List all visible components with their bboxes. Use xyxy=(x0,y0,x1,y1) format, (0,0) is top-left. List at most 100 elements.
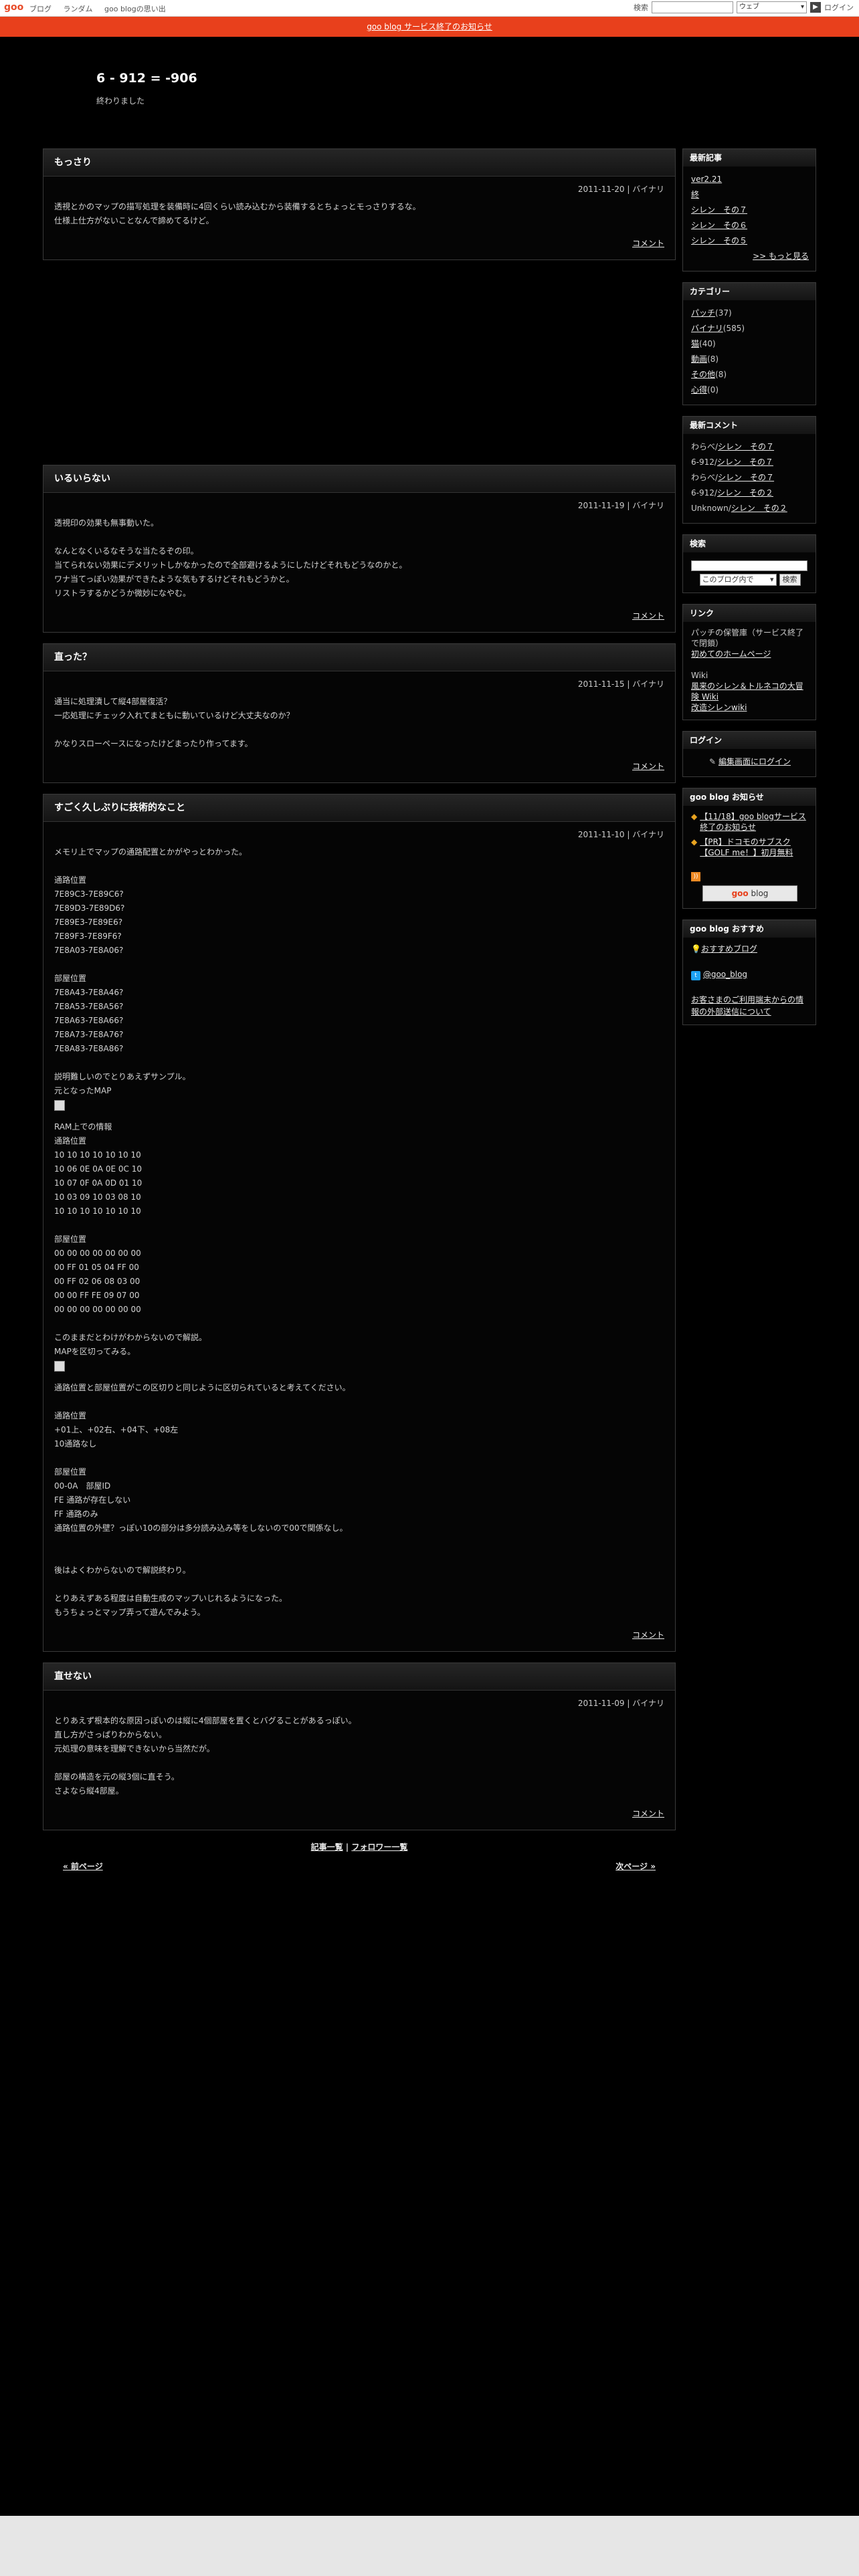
blog-search-input[interactable] xyxy=(691,560,807,571)
entry-meta: 2011-11-15 | バイナリ xyxy=(577,679,664,689)
news-link[interactable]: 【PR】ドコモのサブスク【GOLF me！】初月無料 xyxy=(700,837,809,858)
entry-meta: 2011-11-09 | バイナリ xyxy=(577,1699,664,1708)
category-link[interactable]: 猫 xyxy=(691,339,699,348)
box-title: 最新記事 xyxy=(683,149,816,167)
bullet-icon: ◆ xyxy=(691,837,698,847)
list-links: 記事一覧 | フォロワー一覧 xyxy=(310,1842,408,1852)
comment-link[interactable]: コメント xyxy=(632,762,664,771)
entry-body: メモリ上でマップの通路配置とかがやっとわかった。 通路位置 7E89C3-7E8… xyxy=(54,847,248,1095)
pager: « 前ページ 次ページ » xyxy=(43,1860,676,1887)
recent-article-link[interactable]: シレン その７ xyxy=(691,205,747,215)
category-link[interactable]: 心得 xyxy=(691,385,707,395)
service-notice-banner: goo blog サービス終了のお知らせ xyxy=(0,17,859,37)
top-bar: goo ブログ ランダム goo blogの思い出 検索 ウェブ ▶ ログイン xyxy=(0,0,859,17)
entry-title[interactable]: 直った？ xyxy=(43,644,675,671)
lightbulb-icon: 💡 xyxy=(691,944,701,954)
nav-blog[interactable]: ブログ xyxy=(29,5,52,13)
sidebar: 最新記事 ver2.21 終 シレン その７ シレン その６ シレン その５ >… xyxy=(682,148,816,1036)
comment-link[interactable]: コメント xyxy=(632,239,664,248)
comment-article-link[interactable]: シレン その２ xyxy=(717,488,773,498)
blog-title[interactable]: 6 - 912 = -906 xyxy=(96,71,197,86)
entry: すごく久しぶりに技術的なこと 2011-11-10 | バイナリ メモリ上でマッ… xyxy=(43,794,676,1652)
blog-search-button[interactable]: 検索 xyxy=(779,574,801,586)
top-search: 検索 ウェブ ▶ ログイン xyxy=(634,1,854,13)
recent-comments-box: 最新コメント わらべ/シレン その７ 6-912/シレン その７ わらべ/シレン… xyxy=(682,416,816,524)
comment-link[interactable]: コメント xyxy=(632,1809,664,1818)
entry: 直せない 2011-11-09 | バイナリ とりあえず根本的な原因っぽいのは縦… xyxy=(43,1662,676,1830)
recommend-box: goo blog おすすめ 💡おすすめブログ t @goo_blog お客さまの… xyxy=(682,920,816,1025)
more-link[interactable]: >> もっと見る xyxy=(753,251,809,261)
blog-description: 終わりました xyxy=(96,96,145,106)
entry-title[interactable]: もっさり xyxy=(43,149,675,177)
goo-blog-button[interactable]: goo blog xyxy=(702,885,797,901)
recent-article-link[interactable]: シレン その６ xyxy=(691,221,747,230)
category-box: カテゴリー パッチ(37) バイナリ(585) 猫(40) 動画(8) その他(… xyxy=(682,282,816,405)
recent-article-link[interactable]: 終 xyxy=(691,190,699,199)
category-link[interactable]: バイナリ xyxy=(691,324,723,333)
bullet-icon: ◆ xyxy=(691,812,698,821)
comment-article-link[interactable]: シレン その７ xyxy=(717,457,773,467)
goo-logo[interactable]: goo xyxy=(4,2,23,13)
entry-title[interactable]: 直せない xyxy=(43,1663,675,1691)
twitter-icon: t xyxy=(691,971,700,980)
recent-article-link[interactable]: シレン その５ xyxy=(691,236,747,245)
category-link[interactable]: その他 xyxy=(691,370,715,379)
entry: 直った？ 2011-11-15 | バイナリ 通当に処理漬して縦4部屋復活？ 一… xyxy=(43,643,676,783)
service-notice-link[interactable]: goo blog サービス終了のお知らせ xyxy=(367,22,492,31)
entry-meta: 2011-11-10 | バイナリ xyxy=(577,830,664,839)
links-box: リンク パッチの保管庫（サービス終了で閉鎖） 初めてのホームページ Wiki 風… xyxy=(682,604,816,720)
main-column: もっさり 2011-11-20 | バイナリ 透視とかのマップの描写処理を装備時… xyxy=(43,148,676,1887)
prev-page-link[interactable]: « 前ページ xyxy=(63,1860,103,1872)
rss-icon[interactable]: )) xyxy=(691,872,700,881)
entry: もっさり 2011-11-20 | バイナリ 透視とかのマップの描写処理を装備時… xyxy=(43,148,676,260)
box-title: goo blog お知らせ xyxy=(683,788,816,806)
twitter-link[interactable]: @goo_blog xyxy=(703,970,747,979)
external-transmission-link[interactable]: お客さまのご利用端末からの情報の外部送信について xyxy=(691,995,803,1016)
entry-body: RAM上での情報 通路位置 10 10 10 10 10 10 10 10 06… xyxy=(54,1122,207,1356)
comment-link[interactable]: コメント xyxy=(632,611,664,621)
recommend-blog-link[interactable]: おすすめブログ xyxy=(701,944,757,954)
entry-title[interactable]: いるいらない xyxy=(43,465,675,493)
box-title: goo blog おすすめ xyxy=(683,920,816,938)
category-link[interactable]: パッチ xyxy=(691,308,715,318)
entry: いるいらない 2011-11-19 | バイナリ 透視印の効果も無事動いた。 な… xyxy=(43,465,676,633)
article-list-link[interactable]: 記事一覧 xyxy=(311,1842,343,1852)
top-nav: ブログ ランダム goo blogの思い出 xyxy=(29,3,175,14)
broken-image-icon xyxy=(54,1360,65,1372)
top-search-input[interactable] xyxy=(652,1,733,13)
search-box: 検索 このブログ内で 検索 xyxy=(682,534,816,593)
recent-articles-box: 最新記事 ver2.21 終 シレン その７ シレン その６ シレン その５ >… xyxy=(682,148,816,272)
nav-memories[interactable]: goo blogの思い出 xyxy=(104,5,166,13)
comment-link[interactable]: コメント xyxy=(632,1630,664,1640)
search-label: 検索 xyxy=(634,3,648,12)
category-link[interactable]: 動画 xyxy=(691,354,707,364)
news-link[interactable]: 【11/18】goo blogサービス終了のお知らせ xyxy=(700,811,809,833)
follower-list-link[interactable]: フォロワー一覧 xyxy=(351,1842,407,1852)
comment-article-link[interactable]: シレン その７ xyxy=(718,442,774,451)
kaizou-wiki-link[interactable]: 改造シレンwiki xyxy=(691,703,747,712)
box-title: 検索 xyxy=(683,535,816,552)
comment-article-link[interactable]: シレン その７ xyxy=(718,473,774,482)
box-title: ログイン xyxy=(683,732,816,749)
entry-title[interactable]: すごく久しぶりに技術的なこと xyxy=(43,794,675,822)
search-go-icon[interactable]: ▶ xyxy=(810,2,821,13)
homepage-link[interactable]: 初めてのホームページ xyxy=(691,649,771,659)
comment-article-link[interactable]: シレン その２ xyxy=(731,504,787,513)
box-title: 最新コメント xyxy=(683,417,816,434)
recent-article-link[interactable]: ver2.21 xyxy=(691,175,722,184)
entry-body: 透視とかのマップの描写処理を装備時に4回くらい読み込むから装備するとちょっとモっ… xyxy=(54,202,421,225)
edit-login-link[interactable]: 編集画面にログイン xyxy=(719,757,791,766)
entry-body: とりあえず根本的な原因っぽいのは縦に4個部屋を置くとバグることがあるっぽい。 直… xyxy=(54,1716,357,1796)
blog-search-scope-select[interactable]: このブログ内で xyxy=(699,574,777,586)
goo-news-box: goo blog お知らせ ◆ 【11/18】goo blogサービス終了のお知ら… xyxy=(682,788,816,909)
entry-body: 透視印の効果も無事動いた。 なんとなくいるなそうな当たるぞの印。 当てられない効… xyxy=(54,518,407,598)
nav-random[interactable]: ランダム xyxy=(64,5,93,13)
footer-band xyxy=(0,2516,859,2576)
search-scope-select[interactable]: ウェブ xyxy=(737,1,807,13)
entry-meta: 2011-11-19 | バイナリ xyxy=(577,501,664,510)
wiki-link[interactable]: 風来のシレン＆トルネコの大冒険 Wiki xyxy=(691,681,803,702)
entry-meta: 2011-11-20 | バイナリ xyxy=(577,185,664,194)
login-link[interactable]: ログイン xyxy=(824,2,854,13)
broken-image-icon xyxy=(54,1099,65,1111)
next-page-link[interactable]: 次ページ » xyxy=(615,1860,656,1872)
